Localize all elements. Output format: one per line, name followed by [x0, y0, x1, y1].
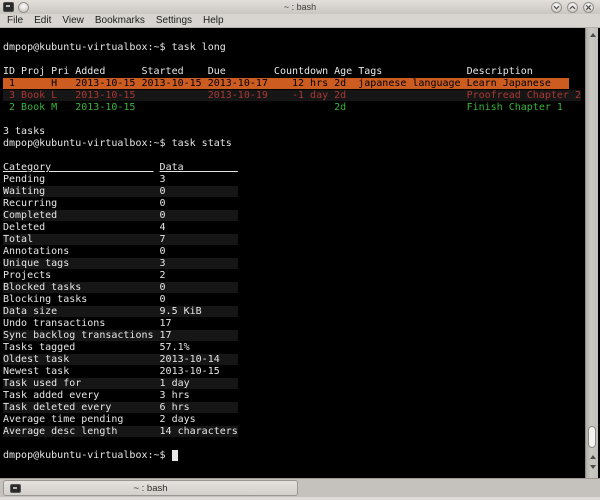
maximize-button[interactable] [567, 2, 578, 13]
menu-item-file[interactable]: File [7, 15, 23, 26]
terminal-line: Task used for 1 day [3, 378, 238, 389]
terminal-line: Newest task 2013-10-15 [3, 366, 220, 377]
terminal-line: Task deleted every 6 hrs [3, 402, 238, 413]
terminal-line: Recurring 0 [3, 198, 166, 209]
terminal-line: Tasks tagged 57.1% [3, 342, 190, 353]
titlebar[interactable]: ~ : bash [0, 0, 600, 14]
scroll-up-button[interactable] [586, 30, 599, 39]
terminal-line: dmpop@kubuntu-virtualbox:~$ [3, 450, 585, 462]
terminal-line: Total 7 [3, 234, 238, 245]
terminal-line: Average time pending 2 days [3, 414, 196, 425]
terminal-line: 3 Book L 2013-10-15 2013-10-19 -1 day 2d… [3, 90, 581, 101]
tab-bar: ~ : bash [0, 478, 600, 497]
arrow-down-icon [589, 464, 596, 469]
scrollbar-thumb[interactable] [588, 426, 596, 448]
menu-item-bookmarks[interactable]: Bookmarks [95, 15, 145, 26]
close-button[interactable] [583, 2, 594, 13]
terminal-line: 1 H 2013-10-15 2013-10-15 2013-10-17 12 … [3, 78, 569, 89]
menu-item-edit[interactable]: Edit [34, 15, 51, 26]
terminal-line: Undo transactions 17 [3, 318, 172, 329]
chevron-up-icon [569, 5, 576, 10]
terminal-tab[interactable]: ~ : bash [3, 480, 298, 496]
scroll-up-button-bottom[interactable] [586, 452, 599, 461]
menubar: File Edit View Bookmarks Settings Help [0, 14, 600, 28]
menu-item-help[interactable]: Help [203, 15, 224, 26]
close-icon [585, 4, 592, 11]
chevron-down-icon [553, 5, 560, 10]
terminal-line: Data size 9.5 KiB [3, 306, 238, 317]
terminal-line: Pending 3 [3, 174, 166, 185]
terminal-line: 3 tasks [3, 126, 46, 137]
terminal-line: Blocking tasks 0 [3, 294, 166, 305]
terminal-line: Oldest task 2013-10-14 [3, 354, 238, 365]
scroll-down-button[interactable] [586, 462, 599, 471]
terminal-line: Annotations 0 [3, 246, 166, 257]
terminal-line: dmpop@kubuntu-virtualbox:~$ task stats [3, 138, 232, 149]
terminal-line: Unique tags 3 [3, 258, 238, 269]
terminal-line: Projects 2 [3, 270, 166, 281]
window-title: ~ : bash [283, 2, 317, 12]
terminal-line: Deleted 4 [3, 222, 166, 233]
konsole-window: ~ : bash File Edit View Bookmarks Settings He… [0, 0, 600, 500]
terminal-area: dmpop@kubuntu-virtualbox:~$ task long ID … [0, 28, 600, 478]
terminal-tab-icon [10, 484, 21, 493]
terminal-line: 2 Book M 2013-10-15 2d Finish Chapter 1 [3, 102, 563, 113]
terminal-line: Waiting 0 [3, 186, 238, 197]
minimize-button[interactable] [551, 2, 562, 13]
terminal-line: Sync backlog transactions 17 [3, 330, 238, 341]
terminal-screen[interactable]: dmpop@kubuntu-virtualbox:~$ task long ID … [0, 28, 585, 478]
terminal-line: dmpop@kubuntu-virtualbox:~$ task long [3, 42, 226, 53]
terminal-line: Category Data [3, 162, 238, 173]
terminal-line: Average desc length 14 characters [3, 426, 238, 437]
arrow-up-icon [589, 454, 596, 459]
menu-item-settings[interactable]: Settings [156, 15, 192, 26]
terminal-line: Task added every 3 hrs [3, 390, 190, 401]
tab-label: ~ : bash [133, 482, 168, 494]
terminal-line: ID Proj Pri Added Started Due Countdown … [3, 66, 533, 77]
menu-item-view[interactable]: View [62, 15, 84, 26]
window-controls [551, 2, 594, 13]
terminal-line: Completed 0 [3, 210, 238, 221]
arrow-up-icon [589, 32, 596, 37]
scrollbar[interactable] [585, 28, 598, 478]
terminal-line: Blocked tasks 0 [3, 282, 238, 293]
